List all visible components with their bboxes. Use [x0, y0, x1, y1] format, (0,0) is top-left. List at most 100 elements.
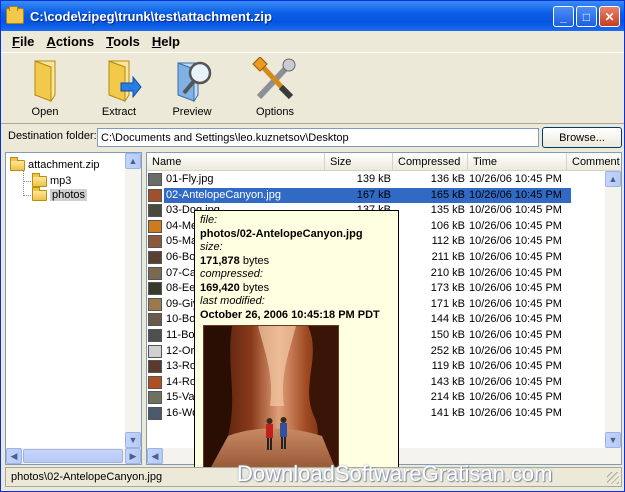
table-row[interactable]: 01-Fly.jpg 139 kB 136 kB 10/26/06 10:45 PM	[147, 172, 621, 187]
tree-connector	[23, 170, 24, 196]
destination-label: Destination folder:	[8, 130, 97, 142]
browse-button[interactable]: Browse...	[542, 127, 622, 148]
folder-icon	[10, 156, 25, 171]
row-compressed: 143 kB	[430, 375, 465, 388]
watermark: DownloadSoftwareGratisan.com	[237, 461, 553, 486]
row-time: 10/26/06 10:45 PM	[469, 391, 562, 404]
scroll-thumb[interactable]	[23, 449, 123, 463]
tooltip-compressed-value: 169,420 bytes	[200, 281, 270, 294]
tooltip-size-value: 171,878 bytes	[200, 254, 270, 267]
image-thumbnail-icon	[148, 188, 162, 202]
close-button[interactable]: ✕	[599, 6, 620, 27]
row-compressed: 252 kB	[430, 344, 465, 357]
tree-horizontal-scrollbar[interactable]: ◀ ▶	[6, 448, 141, 464]
menu-file[interactable]: File	[11, 34, 35, 49]
row-compressed: 106 kB	[430, 219, 465, 232]
image-thumbnail-icon	[148, 391, 162, 405]
scroll-left-button[interactable]: ◀	[147, 448, 163, 464]
scroll-down-button[interactable]: ▼	[605, 432, 621, 448]
preview-label: Preview	[172, 106, 212, 118]
image-thumbnail-icon	[148, 360, 162, 374]
row-time: 10/26/06 10:45 PM	[469, 219, 562, 232]
menu-tools[interactable]: Tools	[105, 34, 141, 49]
row-compressed: 211 kB	[431, 251, 465, 263]
tools-icon	[251, 56, 299, 103]
column-comment[interactable]: Comment	[567, 153, 621, 171]
destination-row: Destination folder: Browse...	[1, 126, 624, 148]
row-compressed: 165 kB	[430, 188, 465, 201]
row-compressed: 171 kB	[430, 297, 465, 310]
scroll-left-button[interactable]: ◀	[6, 448, 22, 464]
tooltip-compressed-label: compressed:	[200, 268, 263, 280]
options-button[interactable]: Options	[239, 55, 311, 123]
scroll-down-button[interactable]: ▼	[125, 432, 141, 448]
maximize-button[interactable]: □	[576, 6, 597, 27]
row-compressed: 135 kB	[430, 204, 465, 217]
row-time: 10/26/06 10:45 PM	[469, 407, 562, 419]
menu-actions[interactable]: Actions	[45, 34, 95, 49]
row-time: 10/26/06 10:45 PM	[469, 266, 562, 279]
row-compressed: 214 kB	[430, 391, 465, 404]
zip-folder-icon	[6, 6, 24, 24]
destination-input[interactable]	[97, 128, 539, 147]
image-thumbnail-icon	[148, 313, 162, 327]
image-thumbnail-icon	[148, 266, 162, 280]
column-size[interactable]: Size	[325, 153, 393, 171]
row-time: 10/26/06 10:45 PM	[469, 188, 562, 201]
tooltip-file-label: file:	[200, 214, 218, 226]
row-compressed: 150 kB	[430, 329, 465, 341]
row-time: 10/26/06 10:45 PM	[469, 313, 562, 326]
scroll-up-button[interactable]: ▲	[605, 171, 621, 187]
row-name: 01-Fly.jpg	[166, 173, 214, 185]
image-thumbnail-icon	[148, 219, 162, 233]
column-time[interactable]: Time	[468, 153, 567, 171]
row-time: 10/26/06 10:45 PM	[469, 360, 562, 373]
image-thumbnail-icon	[148, 329, 162, 342]
row-time: 10/26/06 10:45 PM	[469, 235, 562, 248]
extract-icon	[95, 57, 143, 103]
folder-icon	[32, 172, 47, 187]
open-button[interactable]: Open	[9, 55, 81, 123]
row-time: 10/26/06 10:45 PM	[469, 344, 562, 357]
open-label: Open	[31, 106, 59, 118]
menu-bar: File Actions Tools Help	[1, 31, 624, 51]
list-header: Name Size Compressed Time Comment	[147, 153, 621, 171]
row-compressed: 210 kB	[430, 266, 465, 279]
window-controls: _ □ ✕	[553, 6, 620, 27]
tree-label-root: attachment.zip	[28, 159, 100, 171]
list-vertical-scrollbar[interactable]: ▲ ▼	[605, 171, 621, 448]
column-name[interactable]: Name	[147, 153, 325, 171]
folder-tree[interactable]: attachment.zip mp3 photos ▲ ▼ ◀ ▶	[5, 152, 142, 465]
tree-vertical-scrollbar[interactable]: ▲ ▼	[125, 153, 141, 448]
resize-grip[interactable]	[607, 472, 619, 484]
table-row[interactable]: 02-AntelopeCanyon.jpg 167 kB 165 kB 10/26/0…	[147, 187, 621, 203]
menu-help[interactable]: Help	[151, 34, 181, 49]
scroll-right-button[interactable]: ▶	[125, 448, 141, 464]
row-size: 167 kB	[356, 188, 391, 201]
image-thumbnail-icon	[148, 235, 162, 249]
file-info-tooltip: file: photos/02-AntelopeCanyon.jpg size:…	[194, 210, 399, 485]
column-compressed[interactable]: Compressed	[393, 153, 468, 171]
row-time: 10/26/06 10:45 PM	[469, 297, 562, 310]
image-thumbnail-icon	[148, 344, 162, 358]
image-thumbnail-icon	[148, 173, 162, 186]
options-label: Options	[256, 106, 294, 118]
image-thumbnail-icon	[148, 282, 162, 296]
title-bar[interactable]: C:\code\zipeg\trunk\test\attachment.zip …	[1, 1, 624, 31]
image-thumbnail-icon	[148, 251, 162, 264]
magnifier-icon	[168, 57, 216, 103]
tooltip-file-value: photos/02-AntelopeCanyon.jpg	[200, 227, 363, 240]
row-time: 10/26/06 10:45 PM	[469, 282, 562, 295]
row-compressed: 112 kB	[431, 235, 465, 248]
row-name: 02-AntelopeCanyon.jpg	[164, 187, 324, 203]
row-time: 10/26/06 10:45 PM	[469, 329, 562, 341]
tooltip-size-label: size:	[200, 241, 223, 253]
scroll-up-button[interactable]: ▲	[125, 153, 141, 169]
tree-label-mp3: mp3	[50, 175, 72, 187]
tree-item-photos[interactable]: photos	[32, 186, 88, 202]
tree-connector	[23, 195, 31, 196]
minimize-button[interactable]: _	[553, 6, 574, 27]
app-window: C:\code\zipeg\trunk\test\attachment.zip …	[0, 0, 625, 492]
preview-button[interactable]: Preview	[156, 55, 228, 123]
extract-button[interactable]: Extract	[83, 55, 155, 123]
